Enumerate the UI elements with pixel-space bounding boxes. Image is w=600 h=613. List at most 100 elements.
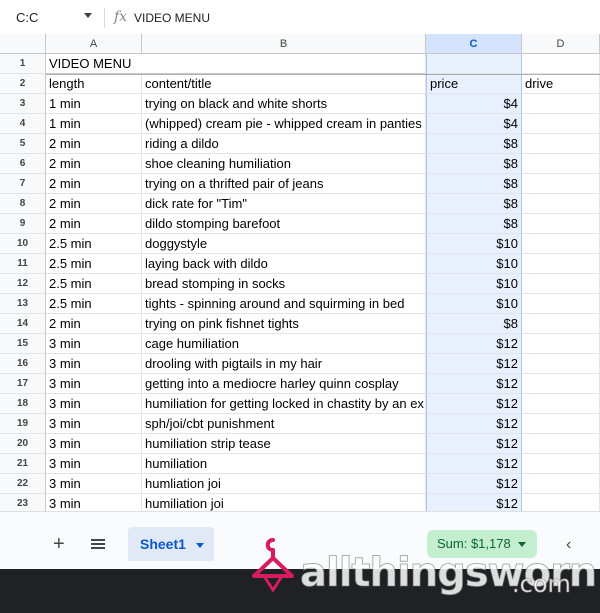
- row-header[interactable]: 14: [0, 314, 46, 334]
- price-cell[interactable]: $8: [426, 134, 522, 154]
- drive-cell[interactable]: [522, 394, 600, 414]
- price-cell[interactable]: $10: [426, 294, 522, 314]
- price-cell[interactable]: $12: [426, 494, 522, 511]
- content-cell[interactable]: trying on a thrifted pair of jeans: [142, 174, 426, 194]
- content-cell[interactable]: sph/joi/cbt punishment: [142, 414, 426, 434]
- drive-cell[interactable]: [522, 114, 600, 134]
- row-header[interactable]: 15: [0, 334, 46, 354]
- add-sheet-button[interactable]: +: [53, 534, 65, 554]
- length-cell[interactable]: 2.5 min: [46, 254, 142, 274]
- length-cell[interactable]: 3 min: [46, 394, 142, 414]
- drive-cell[interactable]: [522, 314, 600, 334]
- content-cell[interactable]: cage humiliation: [142, 334, 426, 354]
- price-cell[interactable]: $4: [426, 94, 522, 114]
- price-cell[interactable]: $12: [426, 374, 522, 394]
- drive-cell[interactable]: [522, 94, 600, 114]
- content-cell[interactable]: tights - spinning around and squirming i…: [142, 294, 426, 314]
- length-cell[interactable]: 3 min: [46, 334, 142, 354]
- price-cell[interactable]: $12: [426, 474, 522, 494]
- row-header[interactable]: 2: [0, 74, 46, 94]
- price-cell[interactable]: $12: [426, 414, 522, 434]
- column-header-c[interactable]: C: [426, 34, 522, 54]
- length-cell[interactable]: 2 min: [46, 174, 142, 194]
- sheet-tab-sheet1[interactable]: Sheet1: [128, 527, 214, 561]
- name-box[interactable]: C:C: [16, 10, 38, 25]
- drive-cell[interactable]: [522, 154, 600, 174]
- row-header[interactable]: 18: [0, 394, 46, 414]
- price-cell[interactable]: [426, 54, 522, 74]
- price-cell[interactable]: $10: [426, 234, 522, 254]
- drive-cell[interactable]: [522, 174, 600, 194]
- row-header[interactable]: 17: [0, 374, 46, 394]
- drive-cell[interactable]: [522, 194, 600, 214]
- content-cell[interactable]: trying on black and white shorts: [142, 94, 426, 114]
- drive-cell[interactable]: [522, 214, 600, 234]
- drive-cell[interactable]: [522, 434, 600, 454]
- name-box-dropdown-icon[interactable]: [84, 13, 92, 18]
- row-header[interactable]: 23: [0, 494, 46, 511]
- row-header[interactable]: 20: [0, 434, 46, 454]
- length-cell[interactable]: 2 min: [46, 214, 142, 234]
- row-header[interactable]: 7: [0, 174, 46, 194]
- price-cell[interactable]: $8: [426, 214, 522, 234]
- row-header[interactable]: 19: [0, 414, 46, 434]
- formula-input[interactable]: VIDEO MENU: [134, 11, 210, 25]
- select-all-corner[interactable]: [0, 34, 46, 54]
- drive-cell[interactable]: [522, 334, 600, 354]
- collapse-chevron-icon[interactable]: ‹: [566, 536, 571, 554]
- row-header[interactable]: 6: [0, 154, 46, 174]
- drive-cell[interactable]: [522, 454, 600, 474]
- length-cell[interactable]: 2 min: [46, 154, 142, 174]
- content-cell[interactable]: dildo stomping barefoot: [142, 214, 426, 234]
- content-cell[interactable]: shoe cleaning humiliation: [142, 154, 426, 174]
- drive-cell[interactable]: [522, 494, 600, 511]
- length-cell[interactable]: 1 min: [46, 114, 142, 134]
- price-cell[interactable]: $8: [426, 154, 522, 174]
- row-header[interactable]: 9: [0, 214, 46, 234]
- header-price-cell[interactable]: price: [426, 74, 522, 94]
- price-cell[interactable]: $10: [426, 274, 522, 294]
- length-cell[interactable]: 2 min: [46, 314, 142, 334]
- sheet-grid[interactable]: A B C D 1 VIDEO MENU 2 length content/title p…: [0, 34, 600, 511]
- title-cell[interactable]: VIDEO MENU: [46, 54, 426, 74]
- content-cell[interactable]: getting into a mediocre harley quinn cos…: [142, 374, 426, 394]
- price-cell[interactable]: $12: [426, 434, 522, 454]
- drive-cell[interactable]: [522, 414, 600, 434]
- content-cell[interactable]: bread stomping in socks: [142, 274, 426, 294]
- content-cell[interactable]: (whipped) cream pie - whipped cream in p…: [142, 114, 426, 134]
- drive-cell[interactable]: [522, 354, 600, 374]
- row-header[interactable]: 16: [0, 354, 46, 374]
- length-cell[interactable]: 3 min: [46, 454, 142, 474]
- drive-cell[interactable]: [522, 54, 600, 74]
- content-cell[interactable]: humliation joi: [142, 474, 426, 494]
- length-cell[interactable]: 3 min: [46, 434, 142, 454]
- drive-cell[interactable]: [522, 134, 600, 154]
- price-cell[interactable]: $8: [426, 194, 522, 214]
- price-cell[interactable]: $8: [426, 314, 522, 334]
- length-cell[interactable]: 3 min: [46, 494, 142, 511]
- row-header[interactable]: 8: [0, 194, 46, 214]
- price-cell[interactable]: $8: [426, 174, 522, 194]
- column-header-d[interactable]: D: [522, 34, 600, 54]
- content-cell[interactable]: humiliation for getting locked in chasti…: [142, 394, 426, 414]
- content-cell[interactable]: doggystyle: [142, 234, 426, 254]
- price-cell[interactable]: $4: [426, 114, 522, 134]
- price-cell[interactable]: $12: [426, 454, 522, 474]
- length-cell[interactable]: 3 min: [46, 374, 142, 394]
- drive-cell[interactable]: [522, 274, 600, 294]
- length-cell[interactable]: 3 min: [46, 414, 142, 434]
- length-cell[interactable]: 2.5 min: [46, 294, 142, 314]
- row-header[interactable]: 22: [0, 474, 46, 494]
- content-cell[interactable]: humiliation joi: [142, 494, 426, 511]
- length-cell[interactable]: 3 min: [46, 474, 142, 494]
- length-cell[interactable]: 2 min: [46, 194, 142, 214]
- length-cell[interactable]: 2 min: [46, 134, 142, 154]
- all-sheets-menu-icon[interactable]: [91, 539, 105, 549]
- length-cell[interactable]: 3 min: [46, 354, 142, 374]
- drive-cell[interactable]: [522, 294, 600, 314]
- length-cell[interactable]: 1 min: [46, 94, 142, 114]
- column-header-b[interactable]: B: [142, 34, 426, 54]
- content-cell[interactable]: dick rate for "Tim": [142, 194, 426, 214]
- drive-cell[interactable]: [522, 254, 600, 274]
- price-cell[interactable]: $12: [426, 334, 522, 354]
